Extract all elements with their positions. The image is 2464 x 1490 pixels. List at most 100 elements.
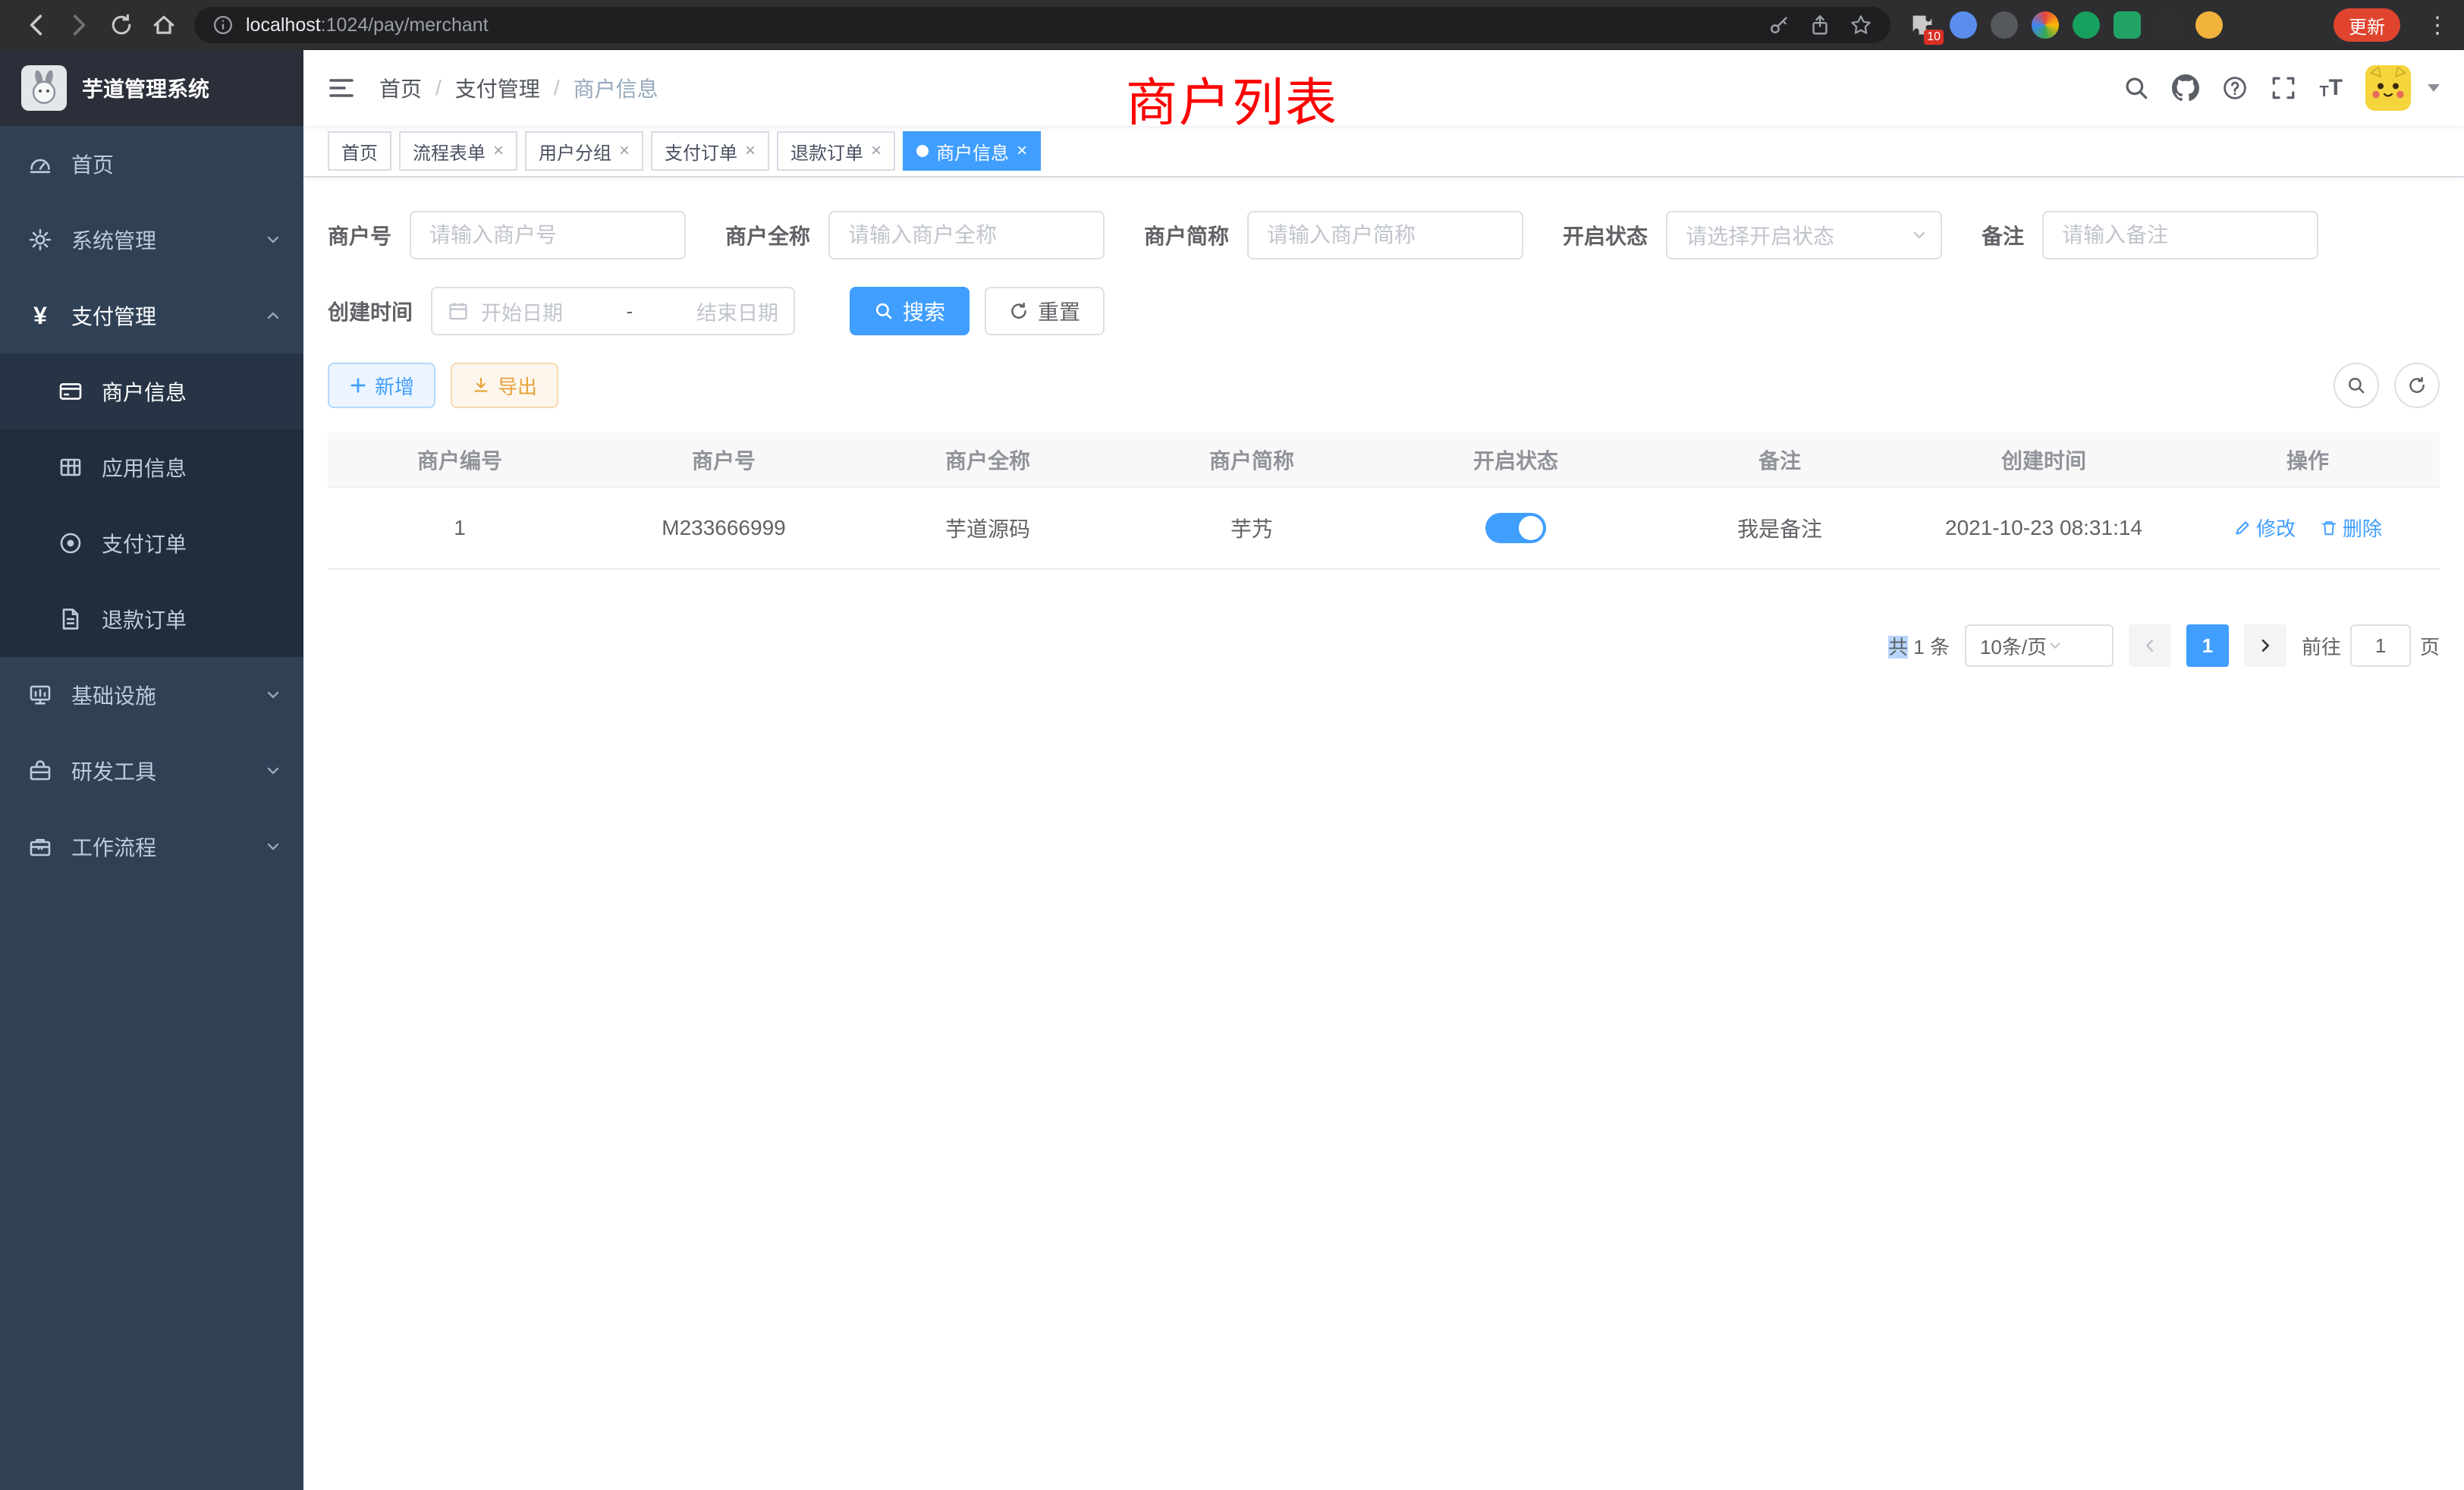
sidebar-item-label: 支付订单 [102,528,187,558]
gear-icon [27,227,53,253]
sidebar: 芋道管理系统 首页 系统管理 ¥ 支付管理 [0,50,303,1490]
next-page-button[interactable] [2244,624,2286,667]
table-row: 1 M233666999 芋道源码 芋艿 我是备注 2021-10-23 08:… [328,487,2440,569]
sidebar-item-app-info[interactable]: 应用信息 [0,429,303,505]
status-select[interactable]: 请选择开启状态 [1666,211,1942,259]
site-info-icon[interactable] [212,14,234,36]
tab-label: 流程表单 [413,138,486,165]
column-header: 开启状态 [1384,432,1648,487]
tab-label: 支付订单 [665,138,737,165]
reload-button[interactable] [100,4,143,46]
github-icon[interactable] [2172,74,2199,102]
sidebar-item-infrastructure[interactable]: 基础设施 [0,657,303,733]
back-button[interactable] [15,4,58,46]
tab-refund-order[interactable]: 退款订单× [777,131,895,171]
remark-input[interactable] [2042,211,2318,259]
tab-merchant-info[interactable]: 商户信息 × [903,131,1041,171]
page-1-button[interactable]: 1 [2186,624,2229,667]
reset-button[interactable]: 重置 [985,287,1105,335]
close-icon[interactable]: × [745,142,756,160]
column-header: 商户号 [592,432,856,487]
extension-icon-orange[interactable] [2195,11,2223,39]
chevron-left-icon [2141,637,2159,655]
tab-user-group[interactable]: 用户分组 × [525,131,643,171]
tab-pay-order[interactable]: 支付订单 × [651,131,769,171]
search-icon [874,301,894,321]
sidebar-item-workflow[interactable]: 工作流程 [0,809,303,885]
close-icon[interactable]: × [871,142,882,160]
start-date-placeholder: 开始日期 [481,297,563,326]
extension-icon-green-circle[interactable] [2073,11,2100,39]
tab-label: 用户分组 [539,138,611,165]
close-icon[interactable]: × [619,142,630,160]
share-icon[interactable] [1809,14,1831,36]
home-button[interactable] [143,4,185,46]
toolbox-icon [27,758,53,784]
column-header: 商户全称 [856,432,1120,487]
tab-label: 商户信息 [936,138,1009,165]
forward-arrow-icon [66,12,92,38]
tab-home[interactable]: 首页 [328,131,391,171]
merchant-short-name-input[interactable] [1247,211,1523,259]
close-icon[interactable]: × [493,142,504,160]
prev-page-button[interactable] [2129,624,2171,667]
extension-icon-gray[interactable] [1991,11,2018,39]
merchant-name-input[interactable] [828,211,1105,259]
bookmark-star-icon[interactable] [1850,14,1872,36]
active-dot [916,145,929,157]
chevron-down-icon [264,231,282,249]
caret-down-icon[interactable] [2428,84,2440,92]
merchant-no-input[interactable] [410,211,686,259]
sidebar-item-merchant-info[interactable]: 商户信息 [0,354,303,429]
sidebar-item-pay-order[interactable]: 支付订单 [0,505,303,581]
status-switch[interactable] [1485,513,1546,543]
export-button[interactable]: 导出 [451,363,558,408]
browser-menu-icon[interactable]: ⋮ [2426,12,2449,39]
sidebar-item-label: 支付管理 [71,300,156,331]
breadcrumb-payment[interactable]: 支付管理 [455,73,540,103]
delete-link-label: 删除 [2343,514,2382,542]
add-button[interactable]: 新增 [328,363,435,408]
goto-page-input[interactable] [2350,624,2411,667]
search-button[interactable]: 搜索 [850,287,970,335]
edit-link[interactable]: 修改 [2233,514,2296,542]
document-icon [58,606,83,632]
delete-link[interactable]: 删除 [2320,514,2382,542]
sidebar-item-refund-order[interactable]: 退款订单 [0,581,303,657]
status-label: 开启状态 [1563,220,1648,250]
extension-icon-blue[interactable] [1950,11,1977,39]
column-header: 商户编号 [328,432,592,487]
cell-merchant-index: 1 [328,487,592,569]
address-bar[interactable]: localhost:1024/pay/merchant [194,7,1890,43]
credit-card-icon [58,379,83,404]
chevron-up-icon [264,306,282,325]
extension-icon-dark[interactable] [2154,11,2182,39]
sidebar-item-payment[interactable]: ¥ 支付管理 [0,278,303,354]
refresh-table-button[interactable] [2394,363,2440,408]
help-icon[interactable] [2222,75,2248,101]
fullscreen-icon[interactable] [2271,75,2296,101]
sidebar-item-home[interactable]: 首页 [0,126,303,202]
breadcrumb-home[interactable]: 首页 [379,73,422,103]
hamburger-button[interactable] [328,74,355,102]
extension-icon-green-square[interactable] [2114,11,2141,39]
create-time-range-picker[interactable]: 开始日期 - 结束日期 [431,287,795,335]
extensions-icon[interactable]: 10 [1909,11,1936,39]
merchant-table: 商户编号 商户号 商户全称 商户简称 开启状态 备注 创建时间 操作 1 M23… [328,432,2440,570]
forward-button[interactable] [58,4,100,46]
font-size-icon[interactable]: TT [2319,75,2343,101]
sidebar-item-system[interactable]: 系统管理 [0,202,303,278]
user-avatar[interactable] [2365,65,2411,111]
search-icon[interactable] [2123,75,2149,101]
toggle-search-button[interactable] [2334,363,2379,408]
tab-process-form[interactable]: 流程表单 × [399,131,517,171]
sidebar-menu: 首页 系统管理 ¥ 支付管理 [0,126,303,885]
sidebar-item-dev-tools[interactable]: 研发工具 [0,733,303,809]
breadcrumb: 首页 / 支付管理 / 商户信息 [379,73,658,103]
browser-update-button[interactable]: 更新 [2334,8,2400,42]
password-key-icon[interactable] [1768,14,1790,36]
close-icon[interactable]: × [1017,142,1027,160]
end-date-placeholder: 结束日期 [696,297,778,326]
page-size-select[interactable]: 10条/页 [1965,624,2114,667]
extension-icon-colorful[interactable] [2032,11,2059,39]
